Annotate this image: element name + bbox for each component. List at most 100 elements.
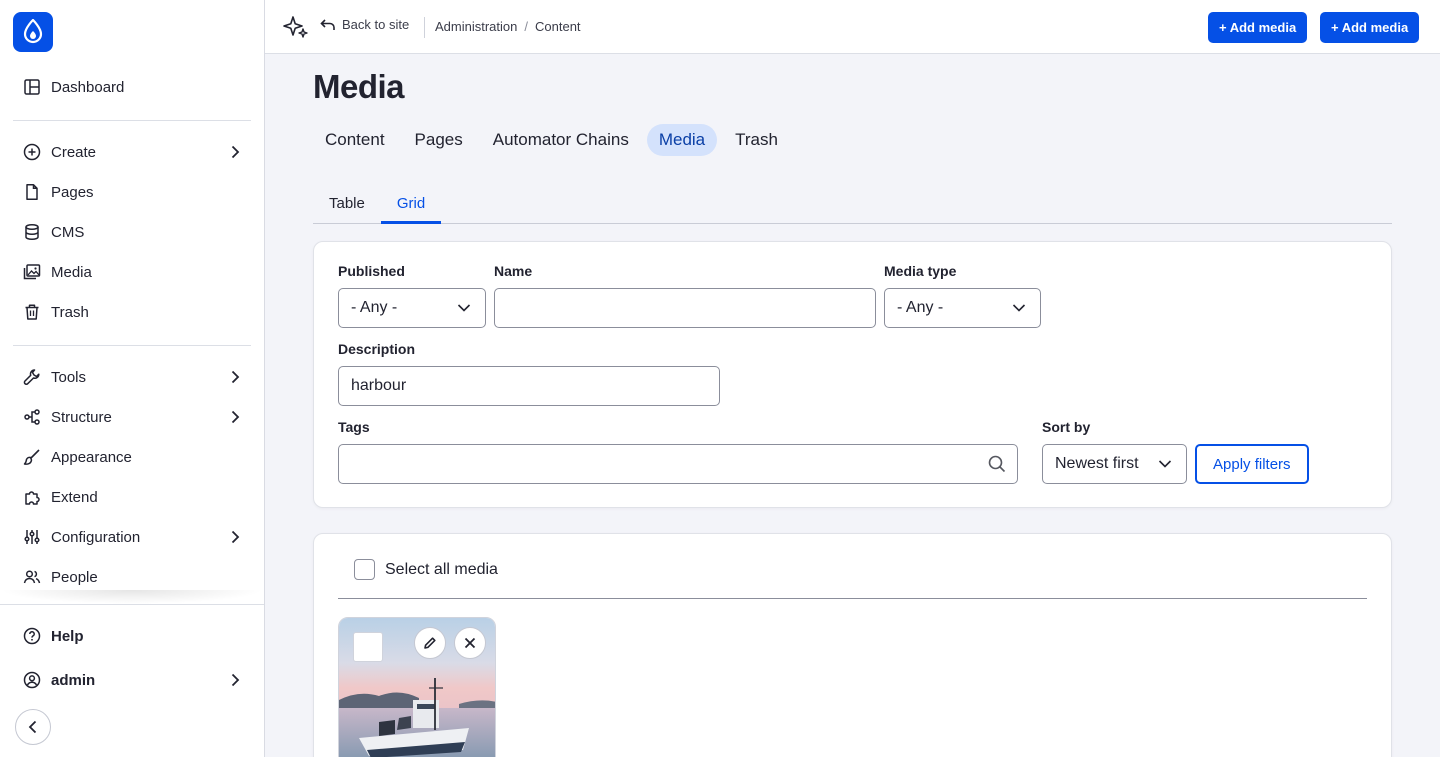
breadcrumb-item-content[interactable]: Content: [535, 19, 581, 34]
sidebar-item-label: Help: [51, 627, 84, 645]
sidebar-item-label: Structure: [51, 408, 112, 426]
secondary-tabs: Table Grid: [313, 183, 1392, 224]
structure-icon: [23, 408, 41, 426]
tags-input[interactable]: [338, 444, 1018, 484]
search-icon: [988, 455, 1006, 473]
back-to-site-link[interactable]: Back to site: [320, 17, 409, 32]
add-media-button[interactable]: + Add media: [1208, 12, 1308, 43]
edit-media-button[interactable]: [414, 627, 446, 659]
back-to-site-label: Back to site: [342, 17, 410, 32]
sidebar-item-extend[interactable]: Extend: [13, 477, 251, 517]
media-type-label: Media type: [884, 263, 957, 279]
sidebar-item-pages[interactable]: Pages: [13, 172, 251, 212]
remove-media-button[interactable]: [454, 627, 486, 659]
wrench-icon: [23, 368, 41, 386]
chevron-right-icon: [227, 672, 243, 688]
sidebar-item-dashboard[interactable]: Dashboard: [13, 67, 251, 107]
chevron-right-icon: [227, 529, 243, 545]
sidebar-item-create[interactable]: Create: [13, 132, 251, 172]
sidebar-item-label: People: [51, 568, 98, 586]
drupal-logo[interactable]: [13, 12, 53, 52]
top-bar: Back to site Administration / Content + …: [265, 0, 1440, 54]
help-icon: [23, 627, 41, 645]
chevron-down-icon: [457, 304, 471, 312]
media-type-select[interactable]: - Any -: [884, 288, 1041, 328]
sidebar-item-trash[interactable]: Trash: [13, 292, 251, 332]
media-type-value: - Any -: [897, 299, 944, 316]
chevron-right-icon: [227, 369, 243, 385]
image-icon: [23, 263, 41, 281]
dashboard-icon: [23, 78, 41, 96]
sort-label: Sort by: [1042, 419, 1091, 435]
sidebar-divider: [13, 120, 251, 121]
tab-trash[interactable]: Trash: [723, 124, 790, 156]
sidebar-item-label: Appearance: [51, 448, 132, 466]
sidebar-item-user[interactable]: admin: [13, 660, 251, 700]
chevron-down-icon: [1158, 460, 1172, 468]
main-content: Back to site Administration / Content + …: [265, 0, 1440, 757]
sidebar-item-tools[interactable]: Tools: [13, 357, 251, 397]
sidebar-divider: [0, 604, 264, 605]
sidebar-item-structure[interactable]: Structure: [13, 397, 251, 437]
tab-content[interactable]: Content: [313, 124, 397, 156]
scroll-shadow: [0, 590, 264, 604]
database-icon: [23, 223, 41, 241]
select-all-label[interactable]: Select all media: [385, 561, 498, 579]
tags-label: Tags: [338, 419, 370, 435]
sidebar-item-help[interactable]: Help: [13, 616, 251, 656]
sidebar-item-label: Media: [51, 263, 92, 281]
sidebar-item-label: Extend: [51, 488, 98, 506]
tags-field: [338, 444, 1018, 484]
subtab-table[interactable]: Table: [313, 183, 381, 223]
drop-icon: [23, 19, 43, 44]
tab-media[interactable]: Media: [646, 124, 718, 156]
close-icon: [464, 637, 476, 649]
apply-filters-button[interactable]: Apply filters: [1195, 444, 1309, 484]
media-grid-panel: Select all media: [313, 533, 1392, 757]
add-media-button-secondary[interactable]: + Add media: [1320, 12, 1420, 43]
name-input[interactable]: [494, 288, 876, 328]
media-item-checkbox[interactable]: [353, 632, 383, 662]
sidebar-item-label: CMS: [51, 223, 85, 241]
tab-pages[interactable]: Pages: [403, 124, 475, 156]
file-icon: [23, 183, 41, 201]
sliders-icon: [23, 528, 41, 546]
select-all-row: Select all media: [354, 559, 498, 580]
sidebar-item-cms[interactable]: CMS: [13, 212, 251, 252]
sidebar-item-configuration[interactable]: Configuration: [13, 517, 251, 557]
page-title: Media: [313, 68, 405, 105]
published-value: - Any -: [351, 299, 398, 316]
name-label: Name: [494, 263, 533, 279]
sort-select[interactable]: Newest first: [1042, 444, 1187, 484]
breadcrumb-item-administration[interactable]: Administration: [435, 19, 517, 34]
trash-icon: [23, 303, 41, 321]
sidebar-item-label: admin: [51, 671, 96, 689]
subtab-grid[interactable]: Grid: [380, 183, 442, 224]
sidebar-item-media[interactable]: Media: [13, 252, 251, 292]
tab-automator-chains[interactable]: Automator Chains: [481, 124, 641, 156]
puzzle-icon: [23, 488, 41, 506]
pencil-icon: [424, 637, 436, 649]
topbar-separator: [424, 17, 425, 38]
filters-panel: Published - Any - Name Media type - Any …: [313, 241, 1392, 508]
published-label: Published: [338, 263, 405, 279]
description-label: Description: [338, 341, 416, 357]
description-input[interactable]: [338, 366, 720, 406]
select-all-checkbox[interactable]: [354, 559, 375, 580]
chevron-down-icon: [1012, 304, 1026, 312]
published-select[interactable]: - Any -: [338, 288, 486, 328]
grid-divider: [338, 598, 1367, 599]
sidebar-item-label: Dashboard: [51, 78, 125, 96]
collapse-sidebar-button[interactable]: [15, 709, 51, 745]
chevron-left-icon: [28, 720, 37, 734]
sidebar-item-label: Pages: [51, 183, 94, 201]
sidebar-item-label: Trash: [51, 303, 89, 321]
chevron-right-icon: [227, 144, 243, 160]
sidebar-item-appearance[interactable]: Appearance: [13, 437, 251, 477]
media-item[interactable]: [338, 617, 496, 757]
sparkle-icon[interactable]: [283, 14, 309, 40]
breadcrumb: Administration / Content: [435, 19, 581, 34]
user-icon: [23, 671, 41, 689]
sidebar-item-label: Configuration: [51, 528, 141, 546]
back-arrow-icon: [320, 18, 336, 32]
